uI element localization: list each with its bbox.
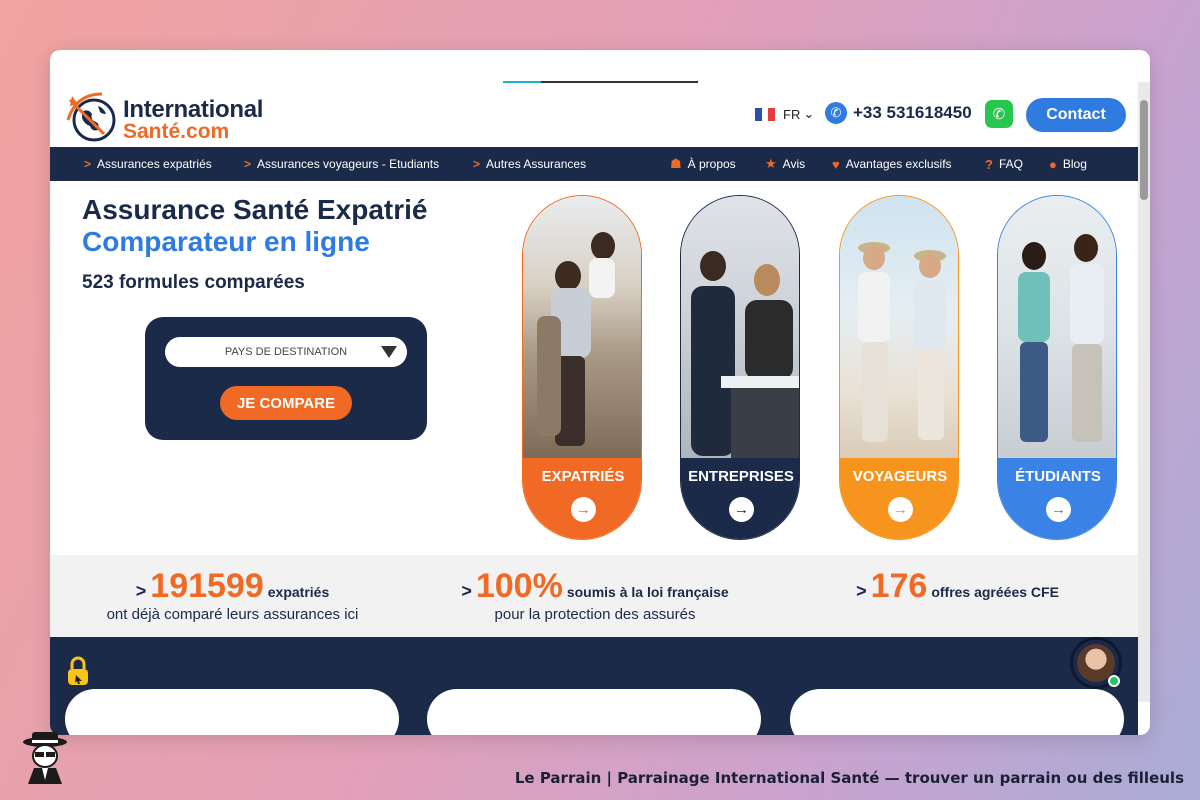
- phone-number: +33 531618450: [853, 103, 972, 122]
- nav-label: FAQ: [998, 157, 1023, 171]
- stat-loi-francaise: > 100% soumis à la loi française pour la…: [445, 567, 745, 623]
- arrow-right-icon[interactable]: →: [729, 497, 754, 522]
- stat-offres-cfe: > 176 offres agréées CFE: [840, 567, 1075, 606]
- nav-item-a-propos[interactable]: ☗ À propos: [670, 147, 736, 181]
- stat-text: expatriés: [267, 584, 330, 600]
- compare-form: PAYS DE DESTINATION JE COMPARE: [145, 317, 427, 440]
- online-status-dot: [1108, 675, 1120, 687]
- arrow-right-icon[interactable]: →: [571, 497, 596, 522]
- nav-label: Blog: [1062, 157, 1087, 171]
- family-photo: [523, 196, 641, 458]
- chevron-right-icon: >: [473, 157, 481, 171]
- page-caption: Le Parrain | Parrainage International Sa…: [514, 769, 1184, 787]
- chat-agent-avatar[interactable]: [1070, 637, 1122, 689]
- question-icon: ?: [985, 156, 993, 172]
- nav-item-blog[interactable]: ● Blog: [1049, 147, 1087, 181]
- stat-number: 176: [870, 567, 928, 605]
- chevron-down-icon: ⌄: [803, 106, 815, 121]
- chevron-right-icon: >: [84, 157, 92, 171]
- contact-button[interactable]: Contact: [1026, 98, 1126, 132]
- chevron-right-icon: >: [244, 157, 252, 171]
- stat-prefix: >: [856, 581, 867, 601]
- nav-label: Assurances voyageurs - Etudiants: [257, 157, 440, 171]
- phone-link[interactable]: ✆ +33 531618450: [825, 102, 972, 124]
- nav-label: Avis: [782, 157, 806, 171]
- destination-placeholder: PAYS DE DESTINATION: [224, 346, 348, 358]
- nav-item-autres-assurances[interactable]: > Autres Assurances: [473, 147, 586, 181]
- nav-item-avis[interactable]: ★ Avis: [765, 147, 805, 181]
- parrain-mascot-icon: [23, 732, 67, 784]
- card-entreprises[interactable]: ENTREPRISES →: [680, 195, 800, 540]
- lock-icon[interactable]: [66, 655, 90, 687]
- stats-band: > 191599 expatriés ont déjà comparé leur…: [50, 555, 1138, 637]
- content-card: [65, 689, 399, 735]
- card-label: VOYAGEURS: [852, 468, 948, 485]
- stat-text: soumis à la loi française: [566, 584, 729, 600]
- nav-item-assurances-voyageurs[interactable]: > Assurances voyageurs - Etudiants: [244, 147, 439, 181]
- content-card: [427, 689, 761, 735]
- nav-label: Avantages exclusifs: [845, 157, 952, 171]
- bottom-section: [50, 637, 1138, 735]
- card-voyageurs[interactable]: VOYAGEURS →: [839, 195, 959, 540]
- content-card: [790, 689, 1124, 735]
- hero-title: Assurance Santé Expatrié: [82, 194, 428, 225]
- hero-title-accent: Comparateur en ligne: [82, 226, 370, 257]
- nav-label: Assurances expatriés: [97, 157, 212, 171]
- stat-expatries: > 191599 expatriés ont déjà comparé leur…: [90, 567, 375, 623]
- destination-select[interactable]: PAYS DE DESTINATION: [165, 337, 407, 367]
- main-nav: > Assurances expatriés > Assurances voya…: [50, 147, 1138, 181]
- stat-caption: pour la protection des assurés: [494, 606, 696, 623]
- scrollbar[interactable]: [1138, 82, 1150, 702]
- stat-prefix: >: [461, 581, 472, 601]
- nav-item-assurances-expatries[interactable]: > Assurances expatriés: [84, 147, 212, 181]
- business-meeting-photo: [681, 196, 799, 458]
- compare-button[interactable]: JE COMPARE: [220, 386, 352, 420]
- senior-couple-photo: [840, 196, 958, 458]
- arrow-right-icon[interactable]: →: [1046, 497, 1071, 522]
- nav-item-avantages[interactable]: ♥ Avantages exclusifs: [832, 147, 952, 181]
- france-flag-icon: [755, 107, 776, 121]
- nav-label: À propos: [687, 157, 736, 171]
- arrow-right-icon[interactable]: →: [888, 497, 913, 522]
- card-etudiants[interactable]: ÉTUDIANTS →: [997, 195, 1117, 540]
- whatsapp-icon[interactable]: ✆: [985, 100, 1013, 128]
- stat-text: offres agréées CFE: [931, 584, 1059, 600]
- site-header: International Santé.com FR ⌄ ✆ +33 53161…: [50, 50, 1138, 146]
- nav-label: Autres Assurances: [486, 157, 587, 171]
- globe-logo-icon[interactable]: [64, 90, 118, 144]
- students-photo: [998, 196, 1116, 458]
- hero-subtitle: 523 formules comparées: [82, 272, 305, 293]
- browser-window: International Santé.com FR ⌄ ✆ +33 53161…: [50, 50, 1150, 735]
- team-icon: ☗: [670, 156, 682, 171]
- logo-text-sante[interactable]: Santé.com: [123, 120, 229, 144]
- stat-prefix: >: [135, 581, 147, 601]
- phone-icon: ✆: [825, 102, 847, 124]
- nav-item-faq[interactable]: ? FAQ: [985, 147, 1023, 181]
- dropdown-triangle-icon: [381, 346, 397, 358]
- language-code: FR: [783, 106, 801, 122]
- stat-caption: ont déjà comparé leurs assurances ici: [106, 606, 359, 623]
- card-label: ENTREPRISES: [688, 468, 794, 485]
- star-icon: ★: [765, 156, 777, 171]
- chat-bubble-icon: ●: [1049, 156, 1057, 172]
- stat-number: 100%: [475, 567, 563, 605]
- card-expatries[interactable]: EXPATRIÉS →: [522, 195, 642, 540]
- card-label: ÉTUDIANTS: [1015, 468, 1101, 485]
- language-selector[interactable]: FR ⌄: [755, 106, 814, 122]
- heart-icon: ♥: [832, 156, 840, 172]
- card-label: EXPATRIÉS: [541, 468, 625, 485]
- stat-number: 191599: [150, 567, 264, 605]
